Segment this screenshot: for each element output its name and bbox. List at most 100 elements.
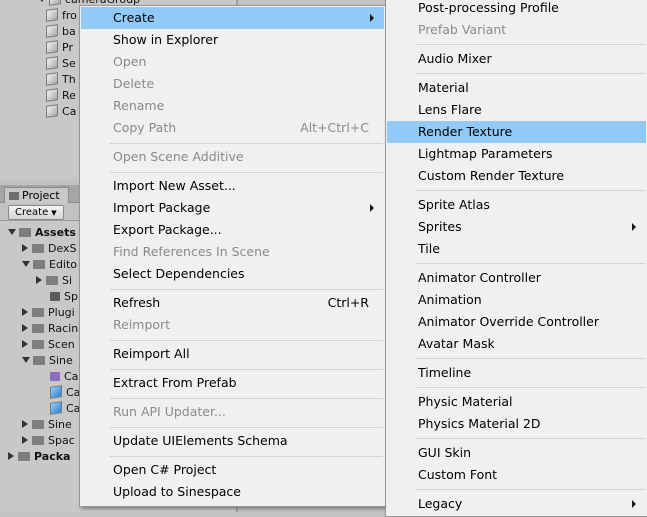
tree-item-assets[interactable]: Assets: [8, 224, 76, 240]
hierarchy-item[interactable]: Se: [46, 55, 76, 71]
expand-arrow-icon[interactable]: [8, 229, 16, 235]
menu-item-import-package[interactable]: Import Package: [81, 197, 384, 219]
menu-item-label: Prefab Variant: [418, 22, 507, 37]
menu-item-label: Custom Font: [418, 467, 498, 482]
tree-item[interactable]: Sp: [50, 288, 78, 304]
collapse-arrow-icon[interactable]: [22, 308, 28, 316]
menu-item-show-in-explorer[interactable]: Show in Explorer: [81, 29, 384, 51]
submenu-item-animator-override-controller[interactable]: Animator Override Controller: [387, 311, 646, 333]
submenu-item-audio-mixer[interactable]: Audio Mixer: [387, 48, 646, 70]
submenu-item-sprite-atlas[interactable]: Sprite Atlas: [387, 194, 646, 216]
hierarchy-item[interactable]: Th: [46, 71, 76, 87]
menu-item-find-references[interactable]: Find References In Scene: [81, 241, 384, 263]
create-dropdown-button[interactable]: Create ▼: [8, 205, 64, 220]
tree-item[interactable]: Racin: [22, 320, 78, 336]
submenu-item-lens-flare[interactable]: Lens Flare: [387, 99, 646, 121]
menu-item-open-csharp-project[interactable]: Open C# Project: [81, 459, 384, 481]
tab-project-label: Project: [22, 189, 60, 202]
gameobject-icon: [46, 72, 58, 86]
menu-item-upload-to-sinespace[interactable]: Upload to Sinespace: [81, 481, 384, 503]
tree-item[interactable]: DexS: [22, 240, 77, 256]
folder-icon: [32, 323, 44, 333]
hierarchy-item-label: ba: [62, 24, 76, 38]
tree-item[interactable]: Plugi: [22, 304, 75, 320]
tree-item[interactable]: Ca: [50, 384, 80, 400]
menu-item-label: Update UIElements Schema: [113, 433, 288, 448]
hierarchy-item[interactable]: Re: [46, 87, 76, 103]
menu-item-open-scene-additive[interactable]: Open Scene Additive: [81, 146, 384, 168]
submenu-item-tile[interactable]: Tile: [387, 238, 646, 260]
menu-item-delete[interactable]: Delete: [81, 73, 384, 95]
expand-arrow-icon[interactable]: [22, 357, 30, 363]
menu-separator: [416, 387, 645, 388]
menu-item-import-new-asset[interactable]: Import New Asset...: [81, 175, 384, 197]
menu-item-export-package[interactable]: Export Package...: [81, 219, 384, 241]
menu-item-select-dependencies[interactable]: Select Dependencies: [81, 263, 384, 285]
submenu-item-lightmap-parameters[interactable]: Lightmap Parameters: [387, 143, 646, 165]
menu-item-update-uielements-schema[interactable]: Update UIElements Schema: [81, 430, 384, 452]
submenu-item-post-processing-profile[interactable]: Post-processing Profile: [387, 0, 646, 19]
hierarchy-item[interactable]: Pr: [46, 39, 73, 55]
collapse-arrow-icon[interactable]: [22, 420, 28, 428]
tree-item[interactable]: Sine: [22, 416, 72, 432]
menu-item-extract-from-prefab[interactable]: Extract From Prefab: [81, 372, 384, 394]
submenu-item-prefab-variant[interactable]: Prefab Variant: [387, 19, 646, 41]
tree-item-label: Scen: [48, 337, 75, 351]
tree-item[interactable]: Sine: [22, 352, 73, 368]
submenu-item-gui-skin[interactable]: GUI Skin: [387, 442, 646, 464]
menu-item-create[interactable]: Create: [81, 7, 384, 29]
tree-item[interactable]: Si: [36, 272, 72, 288]
menu-item-run-api-updater[interactable]: Run API Updater...: [81, 401, 384, 423]
tree-item-label: Edito: [49, 257, 78, 271]
menu-item-label: Copy Path: [113, 120, 177, 135]
menu-item-label: Open Scene Additive: [113, 149, 244, 164]
tree-item[interactable]: Spac: [22, 432, 75, 448]
collapse-arrow-icon[interactable]: [22, 436, 28, 444]
submenu-item-custom-font[interactable]: Custom Font: [387, 464, 646, 486]
hierarchy-item[interactable]: ba: [46, 23, 76, 39]
submenu-item-render-texture[interactable]: Render Texture: [387, 121, 646, 143]
collapse-arrow-icon[interactable]: [22, 340, 28, 348]
submenu-item-timeline[interactable]: Timeline: [387, 362, 646, 384]
menu-item-label: Delete: [113, 76, 155, 91]
tree-item-packages[interactable]: Packa: [8, 448, 70, 464]
menu-item-rename[interactable]: Rename: [81, 95, 384, 117]
menu-item-reimport-all[interactable]: Reimport All: [81, 343, 384, 365]
folder-icon: [46, 275, 58, 285]
submenu-item-physics-material-2d[interactable]: Physics Material 2D: [387, 413, 646, 435]
collapse-arrow-icon[interactable]: [8, 452, 14, 460]
menu-item-label: Import New Asset...: [113, 178, 236, 193]
collapse-arrow-icon[interactable]: [36, 276, 42, 284]
gameobject-icon: [46, 8, 58, 22]
create-button-label: Create: [15, 207, 49, 218]
collapse-arrow-icon[interactable]: [22, 244, 28, 252]
menu-item-label: Upload to Sinespace: [113, 484, 241, 499]
submenu-item-material[interactable]: Material: [387, 77, 646, 99]
submenu-item-custom-render-texture[interactable]: Custom Render Texture: [387, 165, 646, 187]
menu-item-label: Physics Material 2D: [418, 416, 541, 431]
menu-item-refresh[interactable]: Refresh Ctrl+R: [81, 292, 384, 314]
tree-item[interactable]: Ca: [50, 400, 80, 416]
menu-item-label: GUI Skin: [418, 445, 472, 460]
submenu-item-physic-material[interactable]: Physic Material: [387, 391, 646, 413]
menu-item-label: Post-processing Profile: [418, 0, 559, 15]
collapse-arrow-icon[interactable]: [22, 324, 28, 332]
tab-project[interactable]: Project: [4, 187, 69, 203]
submenu-item-animator-controller[interactable]: Animator Controller: [387, 267, 646, 289]
menu-item-label: Avatar Mask: [418, 336, 495, 351]
menu-item-open[interactable]: Open: [81, 51, 384, 73]
hierarchy-item[interactable]: Ca: [46, 103, 76, 119]
menu-item-copy-path[interactable]: Copy Path Alt+Ctrl+C: [81, 117, 384, 139]
tree-item[interactable]: Ca: [50, 368, 78, 384]
menu-item-label: Custom Render Texture: [418, 168, 565, 183]
script-icon: [50, 291, 60, 301]
submenu-item-avatar-mask[interactable]: Avatar Mask: [387, 333, 646, 355]
expand-arrow-icon[interactable]: [38, 0, 46, 2]
menu-item-reimport[interactable]: Reimport: [81, 314, 384, 336]
submenu-item-animation[interactable]: Animation: [387, 289, 646, 311]
hierarchy-item[interactable]: fro: [46, 7, 77, 23]
submenu-item-sprites[interactable]: Sprites: [387, 216, 646, 238]
tree-item[interactable]: Edito: [22, 256, 77, 272]
expand-arrow-icon[interactable]: [22, 261, 30, 267]
tree-item[interactable]: Scen: [22, 336, 75, 352]
